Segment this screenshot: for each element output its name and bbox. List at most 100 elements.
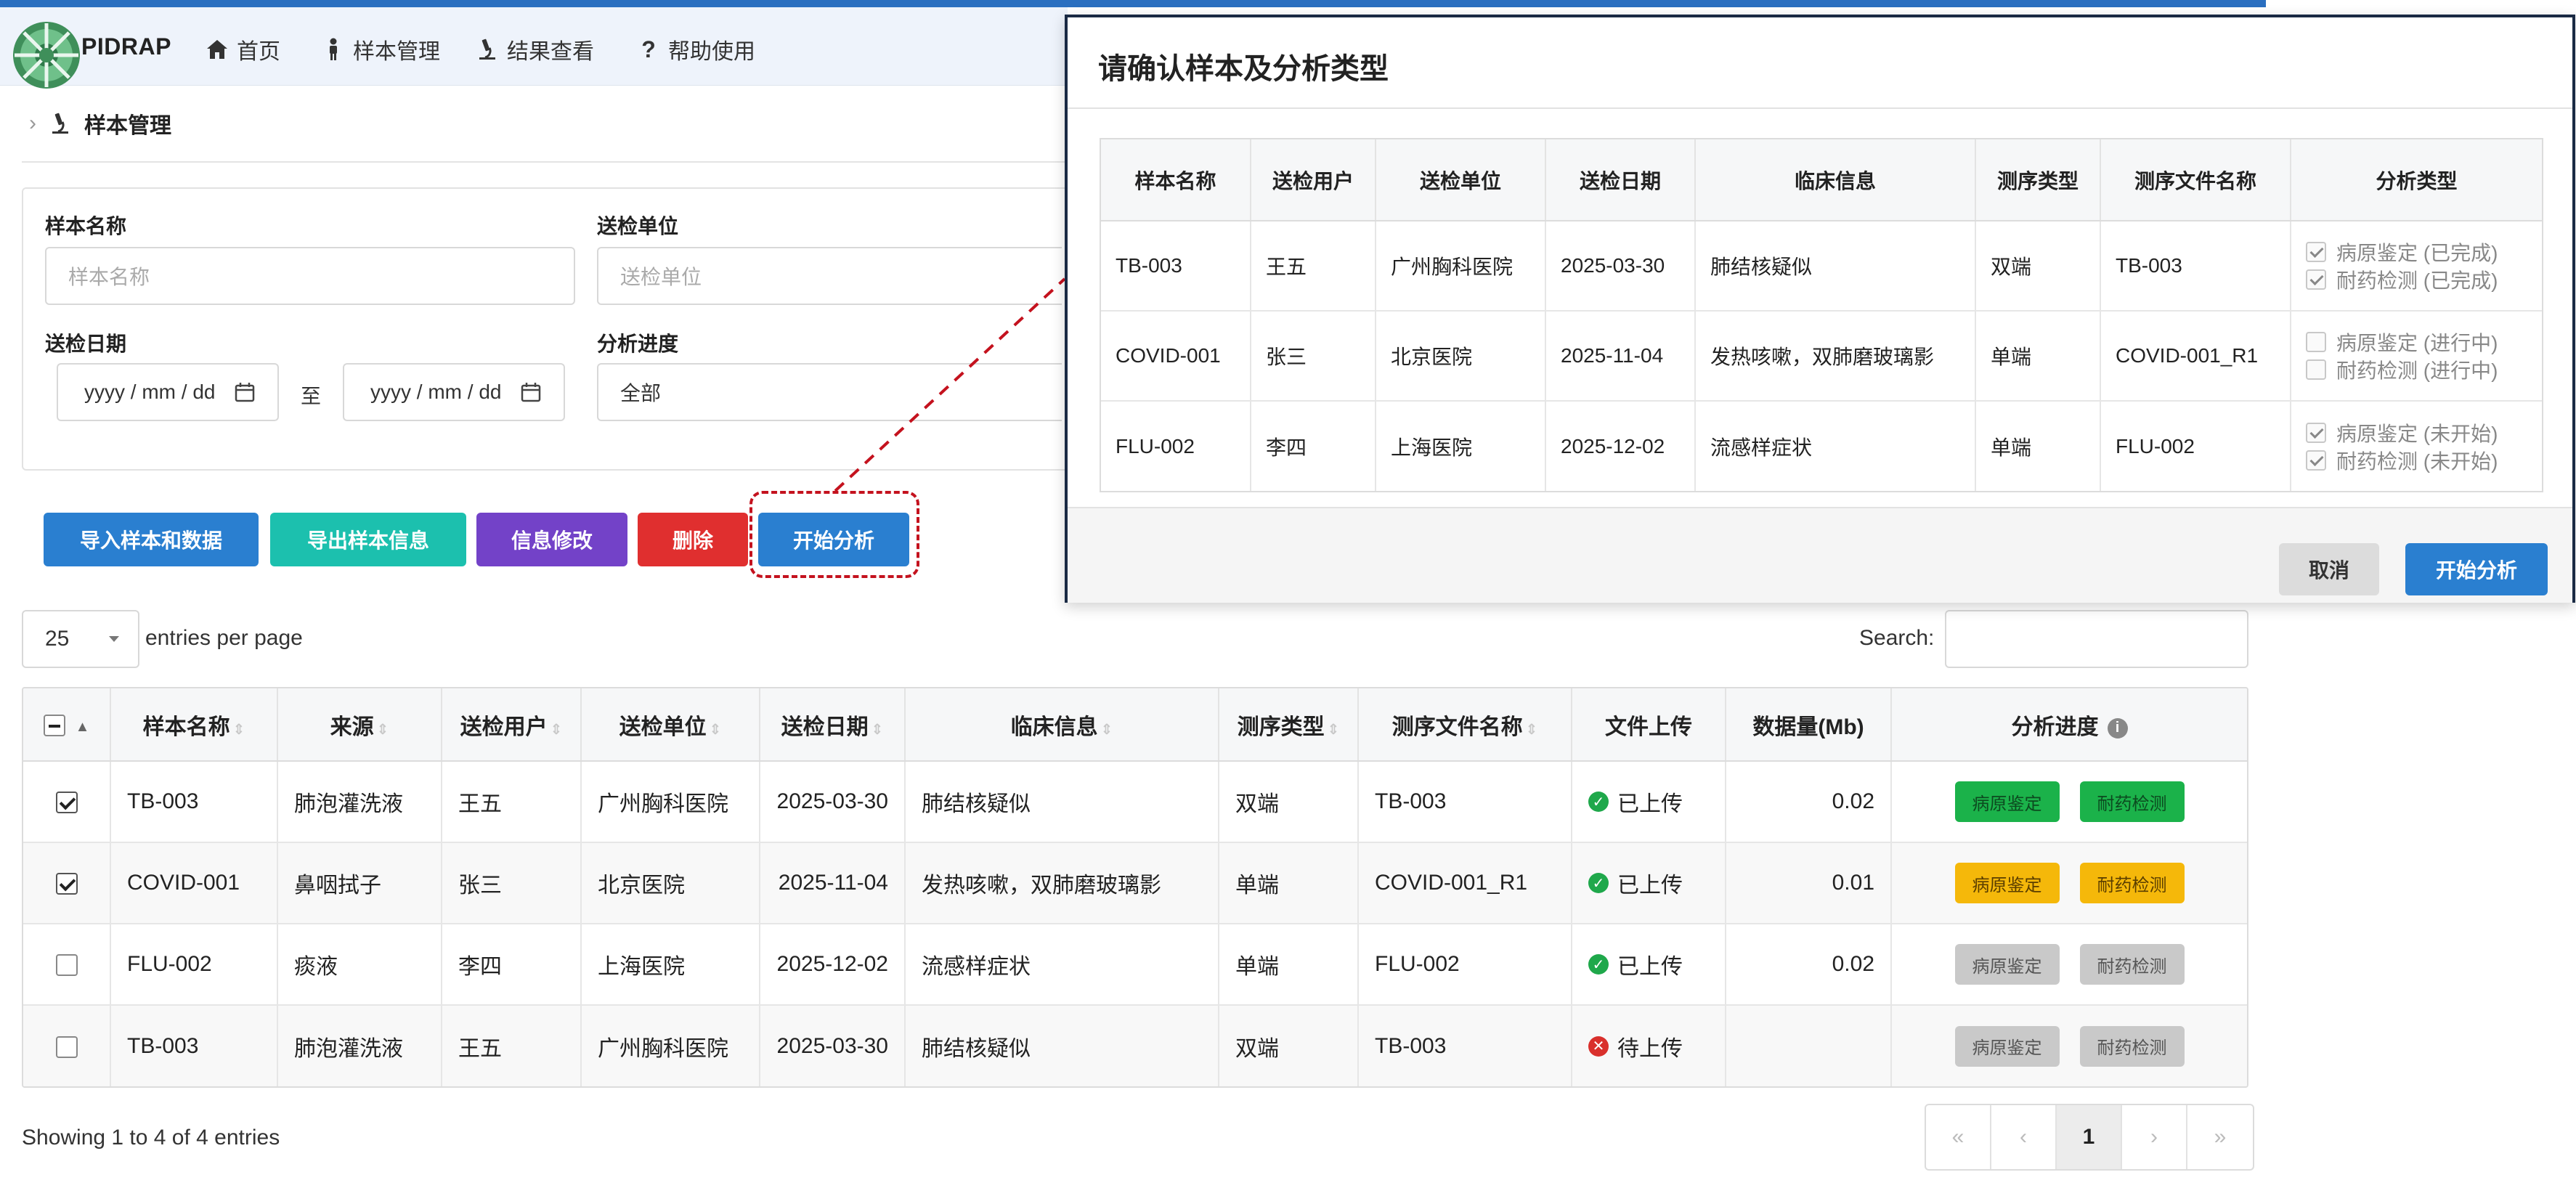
dialog-col-date: 送检日期 <box>1545 139 1696 221</box>
table-row[interactable]: COVID-001 鼻咽拭子 张三 北京医院 2025-11-04 发热咳嗽，双肺磨玻璃影… <box>23 842 2247 924</box>
sort-icon[interactable]: ⇕ <box>1101 722 1113 738</box>
import-button[interactable]: 导入样本和数据 <box>44 513 259 566</box>
analysis-option[interactable]: 病原鉴定 (进行中) <box>2306 328 2527 356</box>
sort-icon[interactable]: ⇕ <box>550 722 563 738</box>
cell-upload: ✓ 已上传 <box>1572 924 1726 1006</box>
cell-size: 0.01 <box>1726 842 1892 924</box>
row-select-cell[interactable] <box>23 761 111 843</box>
delete-button[interactable]: 删除 <box>638 513 748 566</box>
col-source[interactable]: 来源 ⇕ <box>277 688 442 762</box>
pathogen-id-tag[interactable]: 病原鉴定 <box>1954 863 2060 903</box>
analysis-option[interactable]: 病原鉴定 (未开始) <box>2306 419 2527 447</box>
analysis-option[interactable]: 耐药检测 (已完成) <box>2306 266 2527 293</box>
analysis-checkbox[interactable] <box>2306 269 2326 290</box>
col-seq-file[interactable]: 测序文件名称 ⇕ <box>1358 688 1572 762</box>
col-user[interactable]: 送检用户 ⇕ <box>442 688 582 762</box>
sort-icon[interactable]: ⇕ <box>1328 722 1340 738</box>
select-all-header[interactable]: ▲ <box>23 688 111 762</box>
cell-seq-file: TB-003 <box>1358 761 1572 843</box>
col-upload[interactable]: 文件上传 <box>1572 688 1726 762</box>
analysis-checkbox[interactable] <box>2306 422 2326 443</box>
analysis-checkbox[interactable] <box>2306 359 2326 380</box>
table-row[interactable]: TB-003 肺泡灌洗液 王五 广州胸科医院 2025-03-30 肺结核疑似 双端 TB-0… <box>23 1005 2247 1086</box>
page-first-button[interactable]: « <box>1926 1105 1991 1169</box>
row-select-cell[interactable] <box>23 842 111 924</box>
resistance-tag[interactable]: 耐药检测 <box>2079 1025 2185 1067</box>
entries-per-page-select[interactable]: 25 <box>22 610 139 668</box>
analysis-option-label: 病原鉴定 (未开始) <box>2336 422 2498 445</box>
col-size[interactable]: 数据量(Mb) <box>1726 688 1892 762</box>
dialog-cell-seq-type: 单端 <box>1975 401 2101 491</box>
col-clinical[interactable]: 临床信息 ⇕ <box>905 688 1219 762</box>
edit-button[interactable]: 信息修改 <box>476 513 627 566</box>
dialog-col-analysis-type: 分析类型 <box>2291 139 2542 221</box>
nav-help[interactable]: ? 帮助使用 <box>636 33 755 65</box>
dialog-cell-user: 王五 <box>1251 221 1376 312</box>
row-select-cell[interactable] <box>23 1005 111 1086</box>
progress-select[interactable]: 全部 <box>597 363 1062 421</box>
sort-icon[interactable]: ⇕ <box>871 722 884 738</box>
select-all-checkbox[interactable] <box>43 714 65 736</box>
col-seq-type[interactable]: 测序类型 ⇕ <box>1219 688 1359 762</box>
export-button[interactable]: 导出样本信息 <box>270 513 466 566</box>
sort-icon[interactable]: ⇕ <box>1526 722 1538 738</box>
confirm-start-button[interactable]: 开始分析 <box>2405 543 2548 595</box>
page-next-button[interactable]: › <box>2122 1105 2187 1169</box>
upload-status: 已上传 <box>1617 874 1683 898</box>
cell-upload: ✓ 已上传 <box>1572 761 1726 843</box>
analysis-checkbox[interactable] <box>2306 242 2326 262</box>
dialog-col-unit: 送检单位 <box>1376 139 1546 221</box>
pathogen-id-tag[interactable]: 病原鉴定 <box>1954 781 2060 822</box>
cell-sample-name: COVID-001 <box>110 842 278 924</box>
resistance-tag[interactable]: 耐药检测 <box>2079 781 2185 822</box>
brand-name[interactable]: PIDRAP <box>81 33 171 60</box>
col-date[interactable]: 送检日期 ⇕ <box>760 688 906 762</box>
col-sample-name[interactable]: 样本名称 ⇕ <box>110 688 278 762</box>
row-checkbox[interactable] <box>55 792 78 814</box>
resistance-tag[interactable]: 耐药检测 <box>2079 863 2185 903</box>
sort-icon[interactable]: ⇕ <box>710 722 722 738</box>
analysis-option[interactable]: 耐药检测 (未开始) <box>2306 447 2527 474</box>
sort-icon[interactable]: ⇕ <box>377 722 389 738</box>
sample-name-input[interactable]: 样本名称 <box>45 247 575 305</box>
cell-seq-file: COVID-001_R1 <box>1358 842 1572 924</box>
date-label: 送检日期 <box>45 333 127 355</box>
pathogen-id-tag[interactable]: 病原鉴定 <box>1954 1025 2060 1067</box>
date-to-input[interactable]: yyyy / mm / dd <box>343 363 565 421</box>
cell-unit: 北京医院 <box>581 842 760 924</box>
calendar-icon[interactable] <box>234 381 256 403</box>
page-prev-button[interactable]: ‹ <box>1991 1105 2057 1169</box>
unit-input[interactable]: 送检单位 <box>597 247 1062 305</box>
logo-icon[interactable] <box>10 19 83 91</box>
row-checkbox[interactable] <box>55 954 78 977</box>
date-from-input[interactable]: yyyy / mm / dd <box>57 363 279 421</box>
row-checkbox[interactable] <box>55 1036 78 1058</box>
col-unit[interactable]: 送检单位 ⇕ <box>581 688 760 762</box>
analysis-option[interactable]: 病原鉴定 (已完成) <box>2306 238 2527 266</box>
row-select-cell[interactable] <box>23 924 111 1006</box>
resistance-tag[interactable]: 耐药检测 <box>2079 944 2185 985</box>
nav-home[interactable]: 首页 <box>205 33 280 65</box>
page-1-button[interactable]: 1 <box>2057 1105 2122 1169</box>
page-last-button[interactable]: » <box>2187 1105 2253 1169</box>
header-label: 测序文件名称 <box>1391 715 1523 739</box>
analysis-checkbox[interactable] <box>2306 449 2326 471</box>
microscope-icon <box>52 113 68 134</box>
pathogen-id-tag[interactable]: 病原鉴定 <box>1954 944 2060 985</box>
cancel-button[interactable]: 取消 <box>2279 543 2379 595</box>
row-checkbox[interactable] <box>55 873 78 895</box>
sort-icon[interactable]: ⇕ <box>233 722 245 738</box>
nav-results[interactable]: 结果查看 <box>475 33 594 65</box>
cell-clinical: 肺结核疑似 <box>905 1005 1219 1086</box>
info-icon[interactable]: i <box>2107 717 2128 739</box>
table-row[interactable]: TB-003 肺泡灌洗液 王五 广州胸科医院 2025-03-30 肺结核疑似 双端 TB-0… <box>23 761 2247 843</box>
search-input[interactable] <box>1945 610 2248 668</box>
microscope-icon <box>475 37 500 62</box>
table-row[interactable]: FLU-002 痰液 李四 上海医院 2025-12-02 流感样症状 单端 FLU-002 ✓… <box>23 924 2247 1006</box>
analysis-checkbox[interactable] <box>2306 332 2326 352</box>
person-icon <box>321 37 346 62</box>
nav-sample-management[interactable]: 样本管理 <box>321 33 440 65</box>
calendar-icon[interactable] <box>520 381 542 403</box>
sort-up-icon[interactable]: ▲ <box>76 719 90 735</box>
analysis-option[interactable]: 耐药检测 (进行中) <box>2306 356 2527 383</box>
